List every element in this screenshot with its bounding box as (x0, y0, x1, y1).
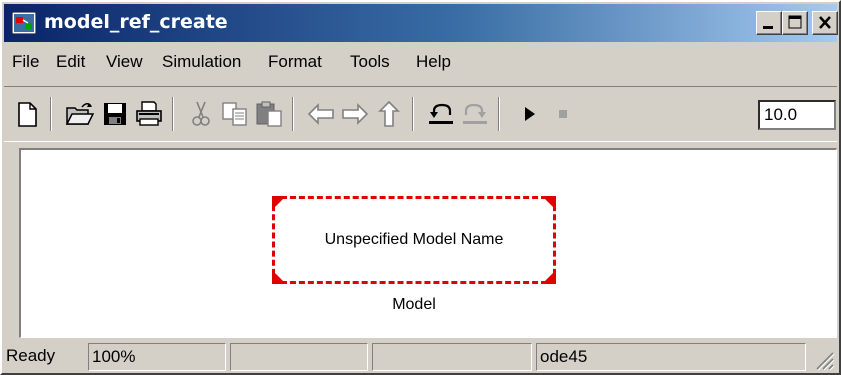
maximize-button[interactable] (782, 11, 808, 35)
toolbar-separator (292, 97, 294, 131)
save-icon[interactable] (100, 99, 130, 129)
zoom-level: 100% (88, 343, 226, 371)
undo-icon[interactable] (426, 99, 456, 129)
toolbar-separator (498, 97, 500, 131)
open-folder-icon[interactable] (64, 99, 95, 129)
menu-edit[interactable]: Edit (56, 52, 85, 72)
print-icon[interactable] (134, 99, 164, 129)
toolbar-separator (172, 97, 174, 131)
model-block-caption[interactable]: Model (272, 296, 556, 314)
close-button[interactable] (812, 11, 838, 35)
toolbar-separator (412, 97, 414, 131)
paste-icon[interactable] (254, 99, 284, 129)
solver-name: ode45 (536, 343, 806, 371)
status-panel-3 (372, 343, 532, 371)
stop-time-field[interactable]: 10.0 (758, 100, 836, 130)
menu-tools[interactable]: Tools (350, 52, 390, 72)
window-title: model_ref_create (44, 11, 228, 33)
maximize-icon (788, 15, 802, 29)
back-arrow-icon[interactable] (306, 99, 336, 129)
minimize-button[interactable] (756, 11, 782, 35)
redo-icon[interactable] (460, 99, 490, 129)
status-panel-2 (230, 343, 368, 371)
toolbar: 10.0 (4, 86, 837, 142)
title-bar[interactable]: model_ref_create (4, 4, 838, 42)
selection-handle-icon[interactable] (542, 270, 556, 284)
forward-arrow-icon[interactable] (340, 99, 370, 129)
menu-format[interactable]: Format (268, 52, 322, 72)
menu-help[interactable]: Help (416, 52, 451, 72)
minimize-icon (763, 26, 773, 29)
start-simulation-icon[interactable] (514, 99, 544, 129)
selection-handle-icon[interactable] (272, 196, 286, 210)
close-icon (819, 16, 831, 29)
toolbar-separator (50, 97, 52, 131)
up-arrow-icon[interactable] (374, 99, 404, 129)
cut-icon[interactable] (186, 99, 216, 129)
menu-file[interactable]: File (12, 52, 39, 72)
simulink-window: model_ref_create File Edit View Simulati… (0, 0, 841, 375)
model-block-label: Unspecified Model Name (324, 231, 504, 248)
menu-simulation[interactable]: Simulation (162, 52, 241, 72)
model-block[interactable]: Unspecified Model Name (272, 196, 556, 284)
simulink-model-icon[interactable] (11, 11, 37, 35)
selection-handle-icon[interactable] (272, 270, 286, 284)
status-bar: Ready 100% ode45 (4, 340, 837, 373)
menu-view[interactable]: View (106, 52, 143, 72)
new-file-icon[interactable] (12, 99, 42, 129)
stop-simulation-icon[interactable] (548, 99, 578, 129)
model-canvas[interactable]: Unspecified Model Name Model (19, 148, 837, 338)
resize-grip-icon[interactable] (813, 349, 835, 371)
selection-handle-icon[interactable] (542, 196, 556, 210)
status-ready: Ready (6, 346, 56, 365)
menu-bar: File Edit View Simulation Format Tools H… (4, 46, 837, 78)
copy-icon[interactable] (220, 99, 250, 129)
